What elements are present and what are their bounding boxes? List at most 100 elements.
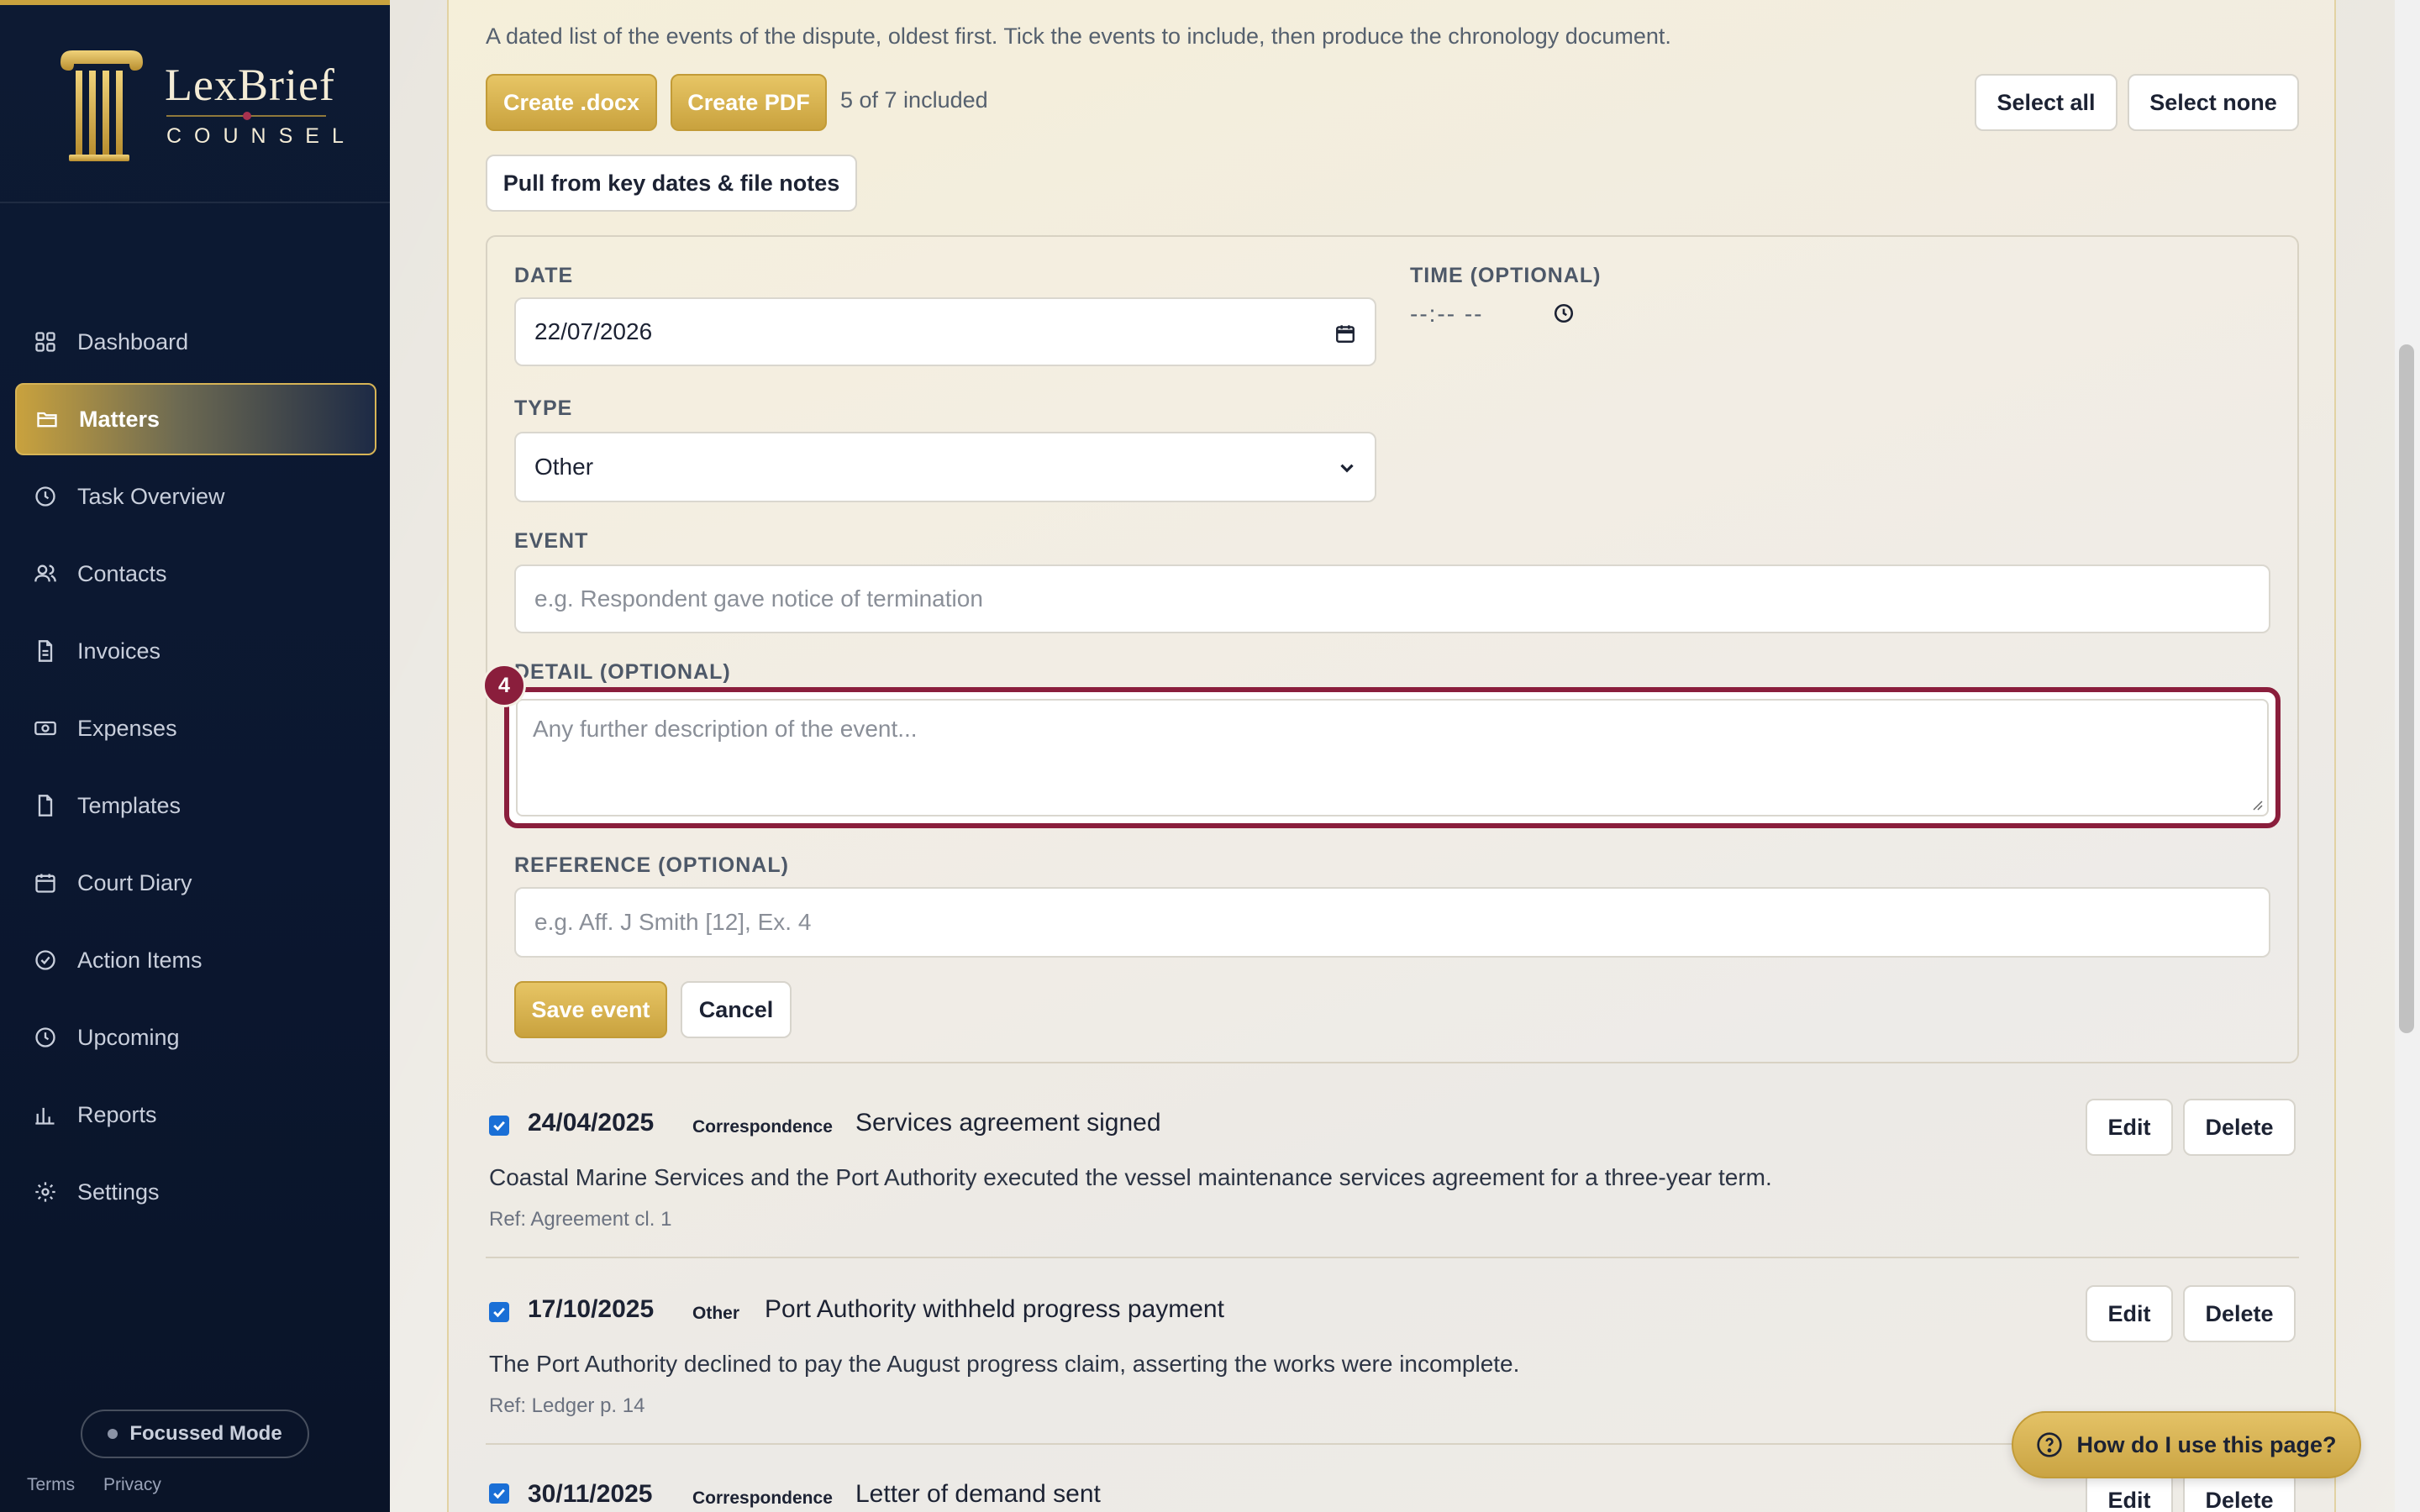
brand: LexBrief COUNSEL	[0, 5, 390, 203]
event-reference: Ref: Agreement cl. 1	[489, 1208, 672, 1231]
delete-button[interactable]: Delete	[2183, 1285, 2296, 1342]
folder-icon	[35, 407, 59, 431]
event-row: 30/11/2025 Correspondence Letter of dema…	[486, 1472, 2299, 1512]
help-label: How do I use this page?	[2076, 1431, 2337, 1457]
pillar-logo-icon	[60, 50, 143, 161]
step-badge: 4	[482, 664, 526, 707]
detail-placeholder: Any further description of the event...	[533, 716, 918, 742]
brand-subtitle: COUNSEL	[166, 124, 356, 148]
sidebar-item-reports[interactable]: Reports	[15, 1079, 376, 1151]
detail-highlight: Any further description of the event...	[504, 687, 2281, 828]
clock-icon[interactable]	[1553, 302, 1575, 324]
terms-link[interactable]: Terms	[27, 1475, 75, 1494]
sidebar-item-invoices[interactable]: Invoices	[15, 615, 376, 687]
resize-handle-icon[interactable]	[2249, 796, 2264, 811]
event-type: Correspondence	[692, 1488, 833, 1508]
date-value: 22/07/2026	[534, 318, 653, 344]
event-checkbox[interactable]	[489, 1116, 509, 1136]
delete-button[interactable]: Delete	[2183, 1099, 2296, 1156]
cancel-button[interactable]: Cancel	[681, 981, 792, 1038]
sidebar-item-contacts[interactable]: Contacts	[15, 538, 376, 610]
event-description: Coastal Marine Services and the Port Aut…	[489, 1164, 1772, 1190]
create-docx-button[interactable]: Create .docx	[486, 74, 657, 131]
clock-icon	[34, 1026, 57, 1049]
sidebar-nav: Dashboard Matters Task Overview Contacts…	[15, 306, 376, 1233]
sidebar-item-templates[interactable]: Templates	[15, 769, 376, 842]
sidebar-item-label: Court Diary	[77, 869, 192, 895]
included-count: 5 of 7 included	[840, 87, 988, 113]
select-all-button[interactable]: Select all	[1975, 74, 2118, 131]
sidebar-item-label: Reports	[77, 1101, 157, 1127]
detail-textarea[interactable]: Any further description of the event...	[516, 699, 2269, 816]
grid-icon	[34, 330, 57, 354]
sidebar-item-expenses[interactable]: Expenses	[15, 692, 376, 764]
brand-dot	[243, 112, 251, 120]
reference-label: REFERENCE (OPTIONAL)	[514, 853, 789, 877]
sidebar-item-label: Settings	[77, 1179, 160, 1205]
type-select[interactable]: Other	[514, 432, 1376, 502]
sidebar-item-label: Contacts	[77, 560, 167, 586]
event-date: 30/11/2025	[528, 1480, 653, 1508]
checkmark-icon	[493, 1307, 505, 1318]
event-input[interactable]: e.g. Respondent gave notice of terminati…	[514, 564, 2270, 633]
event-date: 24/04/2025	[528, 1109, 655, 1137]
divider	[486, 1257, 2299, 1258]
date-input[interactable]: 22/07/2026	[514, 297, 1376, 366]
sidebar-item-settings[interactable]: Settings	[15, 1156, 376, 1228]
event-title: Services agreement signed	[855, 1109, 1161, 1137]
footer-links: Terms Privacy	[27, 1475, 185, 1495]
brand-name: LexBrief	[165, 60, 335, 110]
sidebar-item-label: Templates	[77, 792, 182, 818]
reference-placeholder: e.g. Aff. J Smith [12], Ex. 4	[534, 909, 812, 935]
chevron-down-icon	[1340, 464, 1354, 473]
checkmark-icon	[493, 1121, 505, 1131]
edit-button[interactable]: Edit	[2086, 1099, 2173, 1156]
sidebar-item-label: Task Overview	[77, 483, 225, 509]
check-circle-icon	[34, 948, 57, 972]
sidebar-item-action-items[interactable]: Action Items	[15, 924, 376, 996]
save-event-button[interactable]: Save event	[514, 981, 667, 1038]
reference-input[interactable]: e.g. Aff. J Smith [12], Ex. 4	[514, 887, 2270, 958]
date-label: DATE	[514, 264, 574, 287]
calendar-icon	[34, 871, 57, 895]
banknote-icon	[34, 717, 57, 740]
event-description: The Port Authority declined to pay the A…	[489, 1351, 1520, 1377]
event-title: Port Authority withheld progress payment	[765, 1295, 1224, 1323]
sidebar-item-upcoming[interactable]: Upcoming	[15, 1001, 376, 1074]
time-input[interactable]: --:-- --	[1410, 301, 1484, 328]
sidebar-item-matters[interactable]: Matters	[15, 383, 376, 455]
sidebar-item-dashboard[interactable]: Dashboard	[15, 306, 376, 378]
event-type: Correspondence	[692, 1117, 833, 1137]
checkmark-icon	[493, 1488, 505, 1499]
sidebar-item-label: Invoices	[77, 638, 161, 664]
scrollbar-thumb[interactable]	[2399, 344, 2414, 1033]
status-dot-icon	[108, 1429, 118, 1439]
sidebar-item-label: Expenses	[77, 715, 177, 741]
event-label: EVENT	[514, 529, 589, 553]
sidebar-item-label: Action Items	[77, 947, 203, 973]
event-checkbox[interactable]	[489, 1302, 509, 1322]
edit-button[interactable]: Edit	[2086, 1285, 2173, 1342]
event-checkbox[interactable]	[489, 1483, 509, 1504]
calendar-icon[interactable]	[1334, 323, 1356, 344]
event-row: 24/04/2025 Correspondence Services agree…	[486, 1099, 2299, 1260]
document-icon	[34, 639, 57, 663]
help-button[interactable]: How do I use this page?	[2012, 1411, 2361, 1478]
sidebar: LexBrief COUNSEL Dashboard Matters Task …	[0, 0, 390, 1512]
select-none-button[interactable]: Select none	[2128, 74, 2299, 131]
sidebar-item-label: Dashboard	[77, 328, 189, 354]
focus-mode-toggle[interactable]: Focussed Mode	[81, 1410, 309, 1458]
type-value: Other	[534, 454, 594, 480]
sidebar-item-task-overview[interactable]: Task Overview	[15, 460, 376, 533]
event-placeholder: e.g. Respondent gave notice of terminati…	[534, 585, 983, 612]
question-circle-icon	[2037, 1432, 2063, 1457]
gear-icon	[34, 1180, 57, 1204]
pull-from-key-dates-button[interactable]: Pull from key dates & file notes	[486, 155, 857, 212]
event-type: Other	[692, 1304, 740, 1323]
sidebar-item-label: Matters	[79, 406, 160, 432]
sidebar-item-court-diary[interactable]: Court Diary	[15, 847, 376, 919]
event-title: Letter of demand sent	[855, 1480, 1101, 1508]
file-icon	[34, 794, 57, 817]
privacy-link[interactable]: Privacy	[103, 1475, 161, 1494]
create-pdf-button[interactable]: Create PDF	[671, 74, 827, 131]
